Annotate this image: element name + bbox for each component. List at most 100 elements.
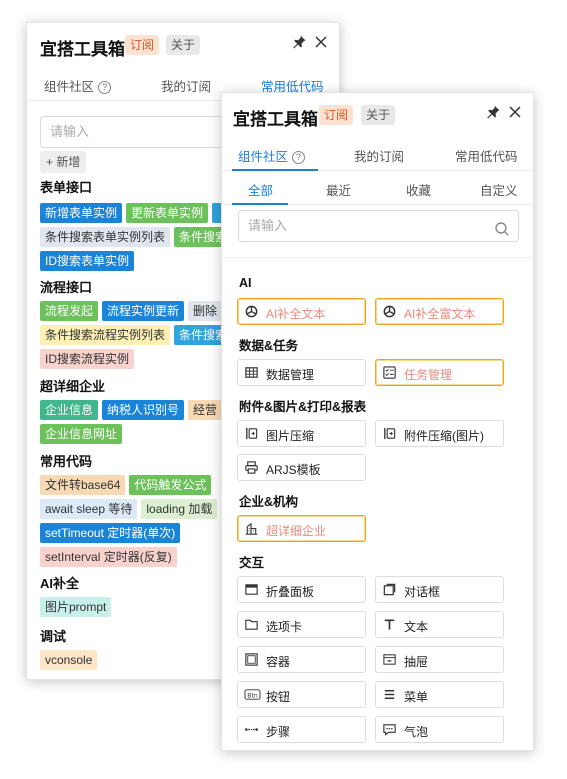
section-title: 数据&任务: [239, 339, 299, 353]
component-card[interactable]: 图片压缩: [237, 420, 366, 447]
divider: [222, 257, 533, 258]
component-label: 气泡: [404, 725, 429, 739]
close-icon[interactable]: [507, 104, 525, 122]
subtab-recent[interactable]: 最近: [326, 180, 351, 199]
snippet-tag[interactable]: loading 加载: [141, 499, 218, 519]
component-card[interactable]: 菜单: [375, 681, 504, 708]
section-title: AI补全: [40, 576, 80, 591]
component-label: 任务管理: [404, 368, 453, 382]
component-card[interactable]: Btn 按钮: [237, 681, 366, 708]
search-placeholder: 请输入: [248, 218, 288, 233]
steps-icon: [244, 722, 259, 737]
tab-component-community[interactable]: 组件社区?: [44, 76, 112, 95]
section-title: 超详细企业: [40, 379, 106, 394]
section-title: AI: [239, 276, 252, 290]
tab-common-lowcode[interactable]: 常用低代码: [455, 146, 518, 165]
container-icon: [244, 652, 259, 667]
component-card[interactable]: AI补全文本: [237, 298, 366, 325]
component-card[interactable]: 折叠面板: [237, 576, 366, 603]
snippet-tag[interactable]: 条件搜索流程实例列表: [40, 325, 171, 345]
snippet-tag[interactable]: 纳税人识别号: [102, 400, 185, 420]
component-card[interactable]: 对话框: [375, 576, 504, 603]
section-title: 调试: [40, 629, 67, 644]
section-title: 交互: [239, 556, 265, 570]
main-tabs: 组件社区? 我的订阅 常用低代码: [222, 137, 533, 171]
component-card[interactable]: AI补全富文本: [375, 298, 504, 325]
component-label: 附件压缩(图片): [404, 429, 484, 443]
svg-text:Btn: Btn: [247, 692, 258, 699]
component-card[interactable]: 文本: [375, 611, 504, 638]
snippet-tag[interactable]: ID搜索表单实例: [40, 251, 135, 271]
pin-icon[interactable]: [291, 34, 309, 52]
snippet-tag[interactable]: setTimeout 定时器(单次): [40, 523, 181, 543]
snippet-tag[interactable]: vconsole: [40, 650, 98, 670]
component-card[interactable]: 任务管理: [375, 359, 504, 386]
add-button[interactable]: + 新增: [40, 151, 87, 173]
section-title: 企业&机构: [239, 495, 299, 509]
building-icon: [244, 521, 259, 536]
pin-icon[interactable]: [485, 104, 503, 122]
dialog-icon: [382, 582, 397, 597]
snippet-tag[interactable]: 流程发起: [40, 301, 99, 321]
snippet-tag[interactable]: 图片prompt: [40, 597, 112, 617]
checklist-icon: [382, 365, 397, 380]
snippet-tag[interactable]: 流程实例更新: [102, 301, 185, 321]
tab-my-subscriptions[interactable]: 我的订阅: [354, 146, 404, 165]
component-card[interactable]: ARJS模板: [237, 454, 366, 481]
bubble-icon: [382, 722, 397, 737]
snippet-tag[interactable]: 企业信息: [40, 400, 99, 420]
component-card[interactable]: 抽屉: [375, 646, 504, 673]
snippet-tag[interactable]: 经营: [188, 400, 223, 420]
snippet-tag[interactable]: 代码触发公式: [129, 475, 212, 495]
component-label: 菜单: [404, 690, 429, 704]
menu-icon: [382, 687, 397, 702]
component-card[interactable]: 步骤: [237, 716, 366, 743]
help-icon[interactable]: ?: [98, 81, 112, 94]
component-card[interactable]: 气泡: [375, 716, 504, 743]
panel-header: 宜搭工具箱 订阅 关于: [27, 23, 339, 67]
close-icon[interactable]: [313, 34, 331, 52]
collapse-panel-icon: [244, 582, 259, 597]
tab-component-community[interactable]: 组件社区?: [238, 146, 306, 165]
table-icon: [244, 365, 259, 380]
subtab-favorites[interactable]: 收藏: [406, 180, 431, 199]
section-title: 表单接口: [40, 180, 93, 195]
component-label: 图片压缩: [266, 429, 315, 443]
snippet-tag[interactable]: 企业信息网址: [40, 424, 123, 444]
search-icon[interactable]: [494, 218, 510, 236]
subtab-custom[interactable]: 自定义: [480, 180, 518, 199]
snippet-tag[interactable]: 新增表单实例: [40, 203, 123, 223]
component-label: 步骤: [266, 725, 291, 739]
component-label: 容器: [266, 655, 291, 669]
about-badge[interactable]: 关于: [166, 35, 201, 55]
component-card[interactable]: 容器: [237, 646, 366, 673]
component-card[interactable]: 附件压缩(图片): [375, 420, 504, 447]
component-label: 选项卡: [266, 620, 303, 634]
component-card[interactable]: 超详细企业: [237, 515, 366, 542]
section-title: 常用代码: [40, 454, 93, 469]
component-label: 抽屉: [404, 655, 429, 669]
snippet-tag[interactable]: 更新表单实例: [126, 203, 209, 223]
section-title: 附件&图片&打印&报表: [239, 400, 367, 414]
snippet-tag[interactable]: 文件转base64: [40, 475, 126, 495]
snippet-tag[interactable]: ID搜索流程实例: [40, 349, 135, 369]
tab-my-subscriptions[interactable]: 我的订阅: [161, 76, 211, 95]
subscribe-badge[interactable]: 订阅: [125, 35, 160, 55]
app-title: 宜搭工具箱: [233, 110, 318, 129]
active-subtab-underline: [232, 203, 288, 205]
snippet-tag[interactable]: 条件搜索表单实例列表: [40, 227, 171, 247]
subtab-all[interactable]: 全部: [248, 180, 273, 199]
filter-subtabs: 全部 最近 收藏 自定义: [222, 171, 533, 205]
about-badge[interactable]: 关于: [361, 105, 396, 125]
component-label: 超详细企业: [266, 524, 327, 538]
search-input[interactable]: 请输入: [238, 210, 519, 242]
text-icon: [382, 617, 397, 632]
snippet-tag[interactable]: setInterval 定时器(反复): [40, 547, 177, 567]
help-icon[interactable]: ?: [292, 151, 306, 164]
snippet-tag[interactable]: await sleep 等待: [40, 499, 138, 519]
component-card[interactable]: 选项卡: [237, 611, 366, 638]
component-card[interactable]: 数据管理: [237, 359, 366, 386]
button-icon: Btn: [244, 687, 261, 702]
snippet-tag[interactable]: 删除: [188, 301, 223, 321]
subscribe-badge[interactable]: 订阅: [319, 105, 354, 125]
